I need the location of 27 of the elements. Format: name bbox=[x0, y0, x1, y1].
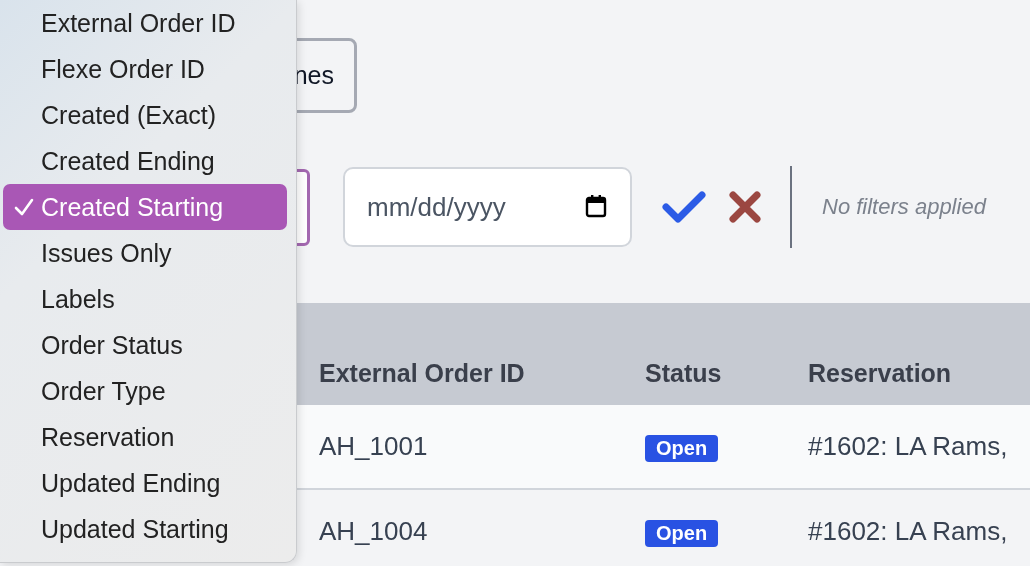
column-header: External Order ID bbox=[319, 359, 525, 387]
status-badge: Open bbox=[645, 520, 719, 547]
check-icon[interactable] bbox=[662, 190, 706, 224]
menu-item[interactable]: Labels bbox=[3, 276, 287, 322]
menu-item[interactable]: Created (Exact) bbox=[3, 92, 287, 138]
filter-status-text: No filters applied bbox=[822, 194, 986, 220]
table-cell: AH_1001 bbox=[319, 431, 428, 461]
menu-item[interactable]: Reservation bbox=[3, 414, 287, 460]
menu-item[interactable]: Order Status bbox=[3, 322, 287, 368]
menu-item[interactable]: Issues Only bbox=[3, 230, 287, 276]
table-cell: #1602: LA Rams, bbox=[808, 516, 1008, 546]
column-header: Reservation bbox=[808, 359, 952, 387]
column-header: Status bbox=[645, 359, 722, 387]
calendar-icon[interactable] bbox=[585, 194, 607, 218]
menu-item[interactable]: Created Starting bbox=[3, 184, 287, 230]
close-icon[interactable] bbox=[729, 191, 761, 223]
check-icon bbox=[14, 197, 34, 217]
menu-item[interactable]: Updated Ending bbox=[3, 460, 287, 506]
menu-item[interactable]: Flexe Order ID bbox=[3, 46, 287, 92]
table-cell: #1602: LA Rams, bbox=[808, 431, 1008, 461]
menu-item[interactable]: External Order ID bbox=[3, 0, 287, 46]
status-badge: Open bbox=[645, 435, 719, 462]
menu-item[interactable]: Created Ending bbox=[3, 138, 287, 184]
menu-item[interactable]: Order Type bbox=[3, 368, 287, 414]
table-cell: AH_1004 bbox=[319, 516, 428, 546]
date-field[interactable]: mm/dd/yyyy bbox=[343, 167, 632, 247]
menu-item[interactable]: Updated Starting bbox=[3, 506, 287, 552]
